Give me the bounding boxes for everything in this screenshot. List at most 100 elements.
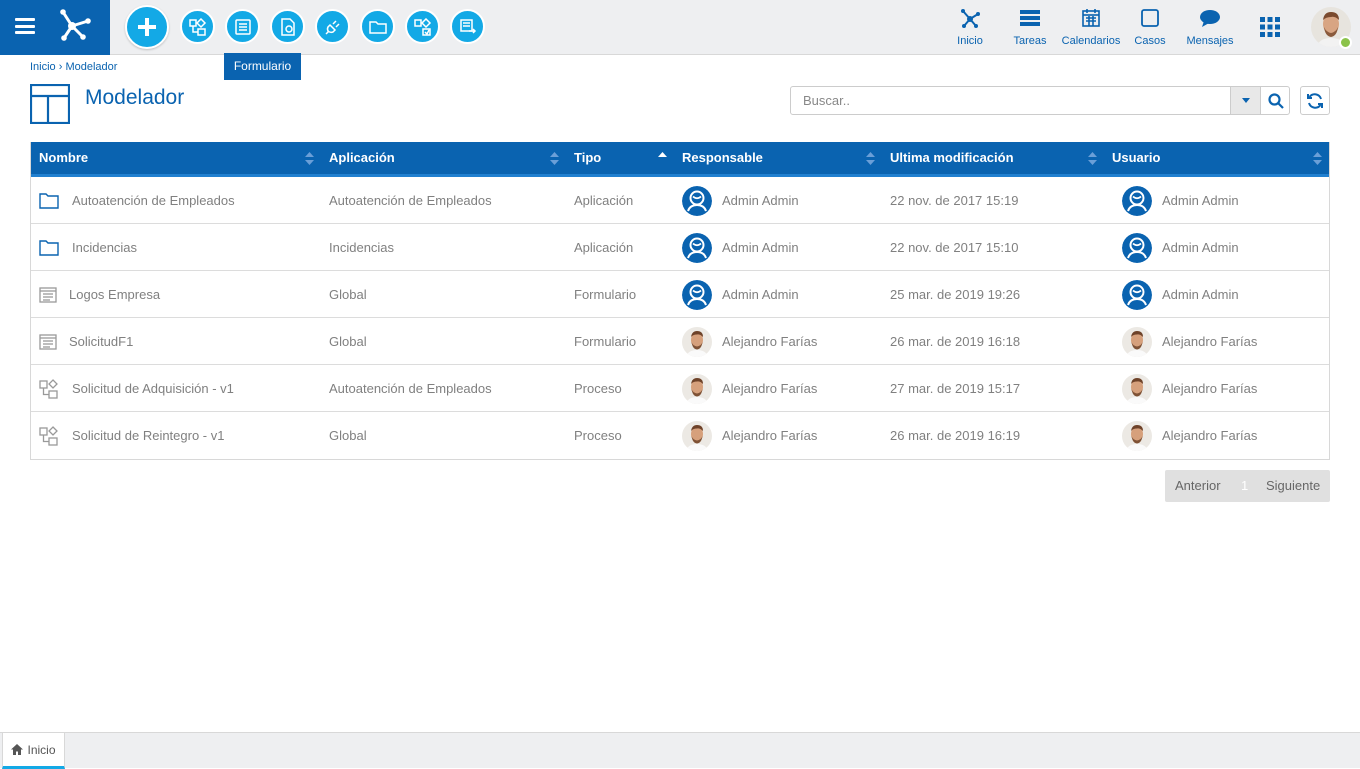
search-input[interactable] xyxy=(791,87,1230,114)
cell-responsable: Alejandro Farías xyxy=(682,318,817,365)
form-icon xyxy=(234,18,251,35)
row-type-icon xyxy=(39,318,57,365)
form-icon xyxy=(39,286,57,303)
row-name[interactable]: SolicitudF1 xyxy=(69,334,133,349)
admin-avatar-icon xyxy=(682,185,712,216)
form-icon xyxy=(39,333,57,350)
col-header-nombre[interactable]: Nombre xyxy=(39,142,88,174)
search-dropdown-button[interactable] xyxy=(1230,87,1260,114)
cell-nombre[interactable]: Solicitud de Reintegro - v1 xyxy=(72,412,224,459)
logo-icon[interactable] xyxy=(55,9,91,41)
nav-inicio[interactable]: Inicio xyxy=(950,8,990,47)
avatar xyxy=(1122,373,1152,404)
col-header-tipo[interactable]: Tipo xyxy=(574,142,601,174)
cell-tipo: Aplicación xyxy=(574,240,634,255)
plus-icon xyxy=(138,18,156,36)
row-name[interactable]: Autoatención de Empleados xyxy=(72,193,235,208)
home-icon xyxy=(11,744,24,755)
table-row[interactable]: Incidencias Incidencias Aplicación Admin… xyxy=(31,224,1329,271)
new-connector-button[interactable] xyxy=(315,9,350,44)
process-version-icon xyxy=(413,17,431,36)
cell-usuario: Alejandro Farías xyxy=(1122,412,1257,459)
avatar xyxy=(682,326,712,357)
apps-grid-icon[interactable] xyxy=(1260,17,1280,37)
table-row[interactable]: Autoatención de Empleados Autoatención d… xyxy=(31,177,1329,224)
user-photo-icon xyxy=(1122,373,1152,404)
nav-casos[interactable]: Casos xyxy=(1130,8,1170,47)
responsable-name: Alejandro Farías xyxy=(722,428,818,443)
nav-calendarios[interactable]: Calendarios xyxy=(1061,8,1121,47)
table-row[interactable]: SolicitudF1 Global Formulario Alejandro … xyxy=(31,318,1329,365)
usuario-name: Admin Admin xyxy=(1162,193,1239,208)
plug-icon xyxy=(324,19,340,35)
row-name[interactable]: Incidencias xyxy=(72,240,137,255)
grid-header: Nombre Aplicación Tipo Responsable Ultim… xyxy=(31,142,1329,177)
col-header-ultima-modificacion[interactable]: Ultima modificación xyxy=(890,142,1014,174)
row-name[interactable]: Solicitud de Reintegro - v1 xyxy=(72,428,224,443)
sort-icon[interactable] xyxy=(1313,152,1322,165)
sort-icon[interactable] xyxy=(866,152,875,165)
admin-avatar-icon xyxy=(1122,185,1152,216)
row-type-icon xyxy=(39,412,59,459)
new-process-version-button[interactable] xyxy=(405,9,440,44)
brand-area xyxy=(0,0,110,55)
responsable-name: Alejandro Farías xyxy=(722,381,818,396)
usuario-name: Admin Admin xyxy=(1162,287,1239,302)
next-page-button[interactable]: Siguiente xyxy=(1266,470,1320,502)
grid-body: Autoatención de Empleados Autoatención d… xyxy=(31,177,1329,459)
new-form-button[interactable] xyxy=(225,9,260,44)
user-photo-icon xyxy=(682,420,712,451)
nav-label: Inicio xyxy=(957,35,983,47)
cell-responsable: Admin Admin xyxy=(682,271,799,318)
folder-icon xyxy=(39,193,59,209)
breadcrumb[interactable]: Inicio › Modelador xyxy=(30,61,117,73)
cell-nombre[interactable]: Solicitud de Adquisición - v1 xyxy=(72,365,234,412)
cell-nombre[interactable]: Incidencias xyxy=(72,224,137,271)
nav-label: Tareas xyxy=(1013,35,1047,47)
new-document-button[interactable] xyxy=(270,9,305,44)
usuario-name: Alejandro Farías xyxy=(1162,334,1258,349)
cell-ultima-modificacion: 26 mar. de 2019 16:18 xyxy=(890,334,1021,349)
sort-icon[interactable] xyxy=(1088,152,1097,165)
table-row[interactable]: Solicitud de Adquisición - v1 Autoatenci… xyxy=(31,365,1329,412)
tab-label: Inicio xyxy=(27,742,56,757)
col-header-aplicacion[interactable]: Aplicación xyxy=(329,142,395,174)
process-icon xyxy=(39,378,58,399)
new-process-button[interactable] xyxy=(180,9,215,44)
tab-inicio[interactable]: Inicio xyxy=(2,732,65,769)
page-number[interactable]: 1 xyxy=(1241,470,1248,502)
sort-ascending-icon[interactable] xyxy=(658,152,667,165)
col-header-responsable[interactable]: Responsable xyxy=(682,142,763,174)
nav-tareas[interactable]: Tareas xyxy=(1010,8,1050,47)
cell-responsable: Alejandro Farías xyxy=(682,365,817,412)
user-photo-icon xyxy=(682,326,712,357)
page-title: Modelador xyxy=(85,86,185,109)
refresh-button[interactable] xyxy=(1300,86,1330,115)
cell-nombre[interactable]: Logos Empresa xyxy=(69,271,160,318)
process-icon xyxy=(188,17,206,36)
add-button[interactable] xyxy=(125,5,169,49)
cell-nombre[interactable]: Autoatención de Empleados xyxy=(72,177,235,224)
cell-aplicacion: Global xyxy=(329,287,367,302)
folder-icon xyxy=(39,240,59,256)
sort-icon[interactable] xyxy=(305,152,314,165)
cell-ultima-modificacion: 22 nov. de 2017 15:10 xyxy=(890,240,1019,255)
table-row[interactable]: Logos Empresa Global Formulario Admin Ad… xyxy=(31,271,1329,318)
export-button[interactable] xyxy=(450,9,485,44)
hamburger-menu-icon[interactable] xyxy=(15,18,35,34)
top-bar: Formulario Inicio Tareas Calendarios Cas… xyxy=(0,0,1360,80)
network-icon xyxy=(961,9,980,28)
nav-mensajes[interactable]: Mensajes xyxy=(1185,8,1235,47)
sort-icon[interactable] xyxy=(550,152,559,165)
cell-usuario: Admin Admin xyxy=(1122,224,1239,271)
new-folder-button[interactable] xyxy=(360,9,395,44)
table-row[interactable]: Solicitud de Reintegro - v1 Global Proce… xyxy=(31,412,1329,459)
cell-nombre[interactable]: SolicitudF1 xyxy=(69,318,133,365)
search-button[interactable] xyxy=(1260,87,1290,114)
prev-page-button[interactable]: Anterior xyxy=(1175,470,1221,502)
row-name[interactable]: Solicitud de Adquisición - v1 xyxy=(72,381,234,396)
admin-avatar-icon xyxy=(682,279,712,310)
row-type-icon xyxy=(39,271,57,318)
col-header-usuario[interactable]: Usuario xyxy=(1112,142,1160,174)
row-name[interactable]: Logos Empresa xyxy=(69,287,160,302)
